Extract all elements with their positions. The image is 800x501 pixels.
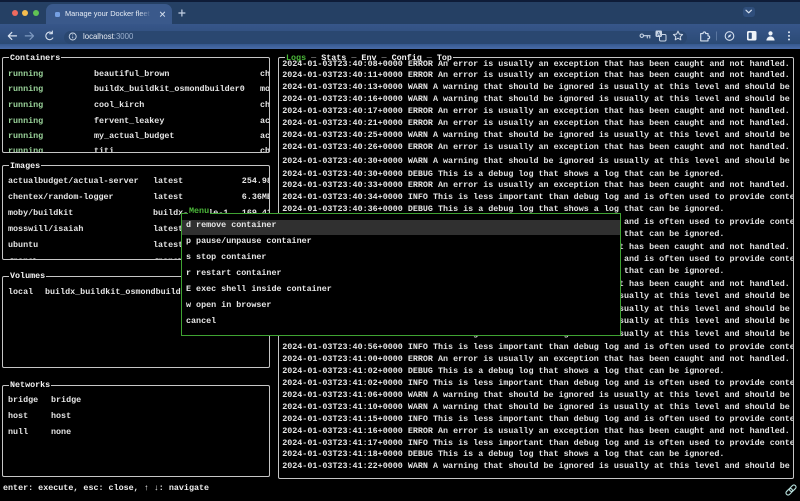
svg-text:A: A xyxy=(657,32,661,38)
